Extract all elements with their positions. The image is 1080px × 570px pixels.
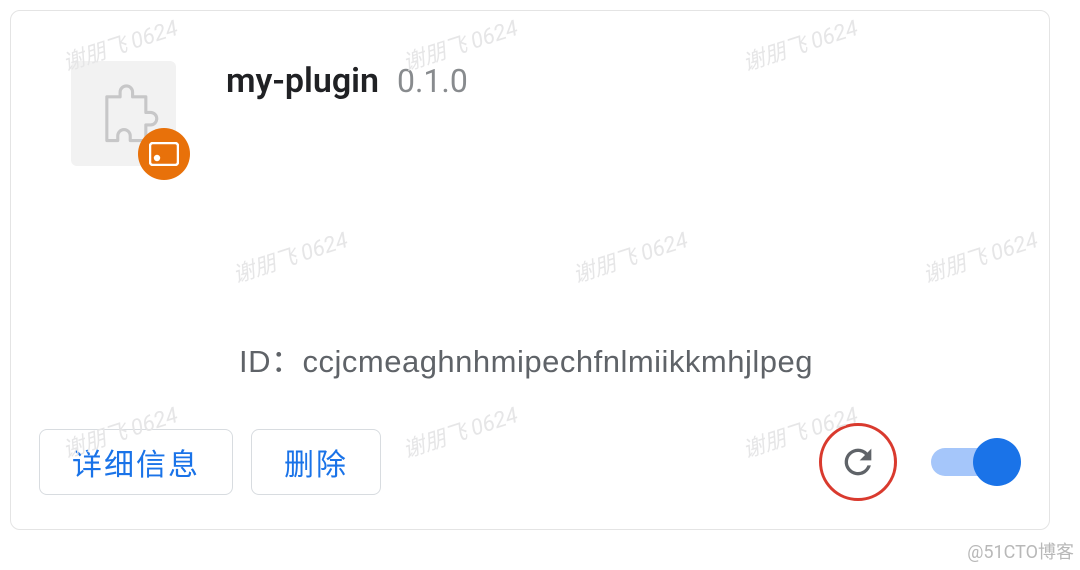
local-storage-badge-icon	[138, 128, 190, 180]
extension-actions: 详细信息 删除	[39, 423, 1021, 501]
extension-name: my-plugin	[226, 61, 379, 101]
extension-header: my-plugin 0.1.0	[71, 61, 1021, 166]
details-button[interactable]: 详细信息	[39, 429, 233, 495]
toggle-thumb	[973, 438, 1021, 486]
extension-title-row: my-plugin 0.1.0	[226, 61, 468, 101]
extension-card: my-plugin 0.1.0 ID：ccjcmeaghnhmipechfnlm…	[10, 10, 1050, 530]
remove-button[interactable]: 删除	[251, 429, 381, 495]
reload-icon	[838, 442, 878, 482]
reload-button[interactable]	[819, 423, 897, 501]
extension-id-label: ID：	[239, 344, 303, 379]
enable-toggle[interactable]	[931, 438, 1021, 486]
attribution-text: @51CTO博客	[967, 538, 1074, 564]
extension-id-row: ID：ccjcmeaghnhmipechfnlmiikkmhjlpeg	[239, 336, 1021, 381]
extension-icon	[71, 61, 176, 166]
extension-id-value: ccjcmeaghnhmipechfnlmiikkmhjlpeg	[303, 344, 814, 379]
extension-version: 0.1.0	[397, 62, 468, 100]
